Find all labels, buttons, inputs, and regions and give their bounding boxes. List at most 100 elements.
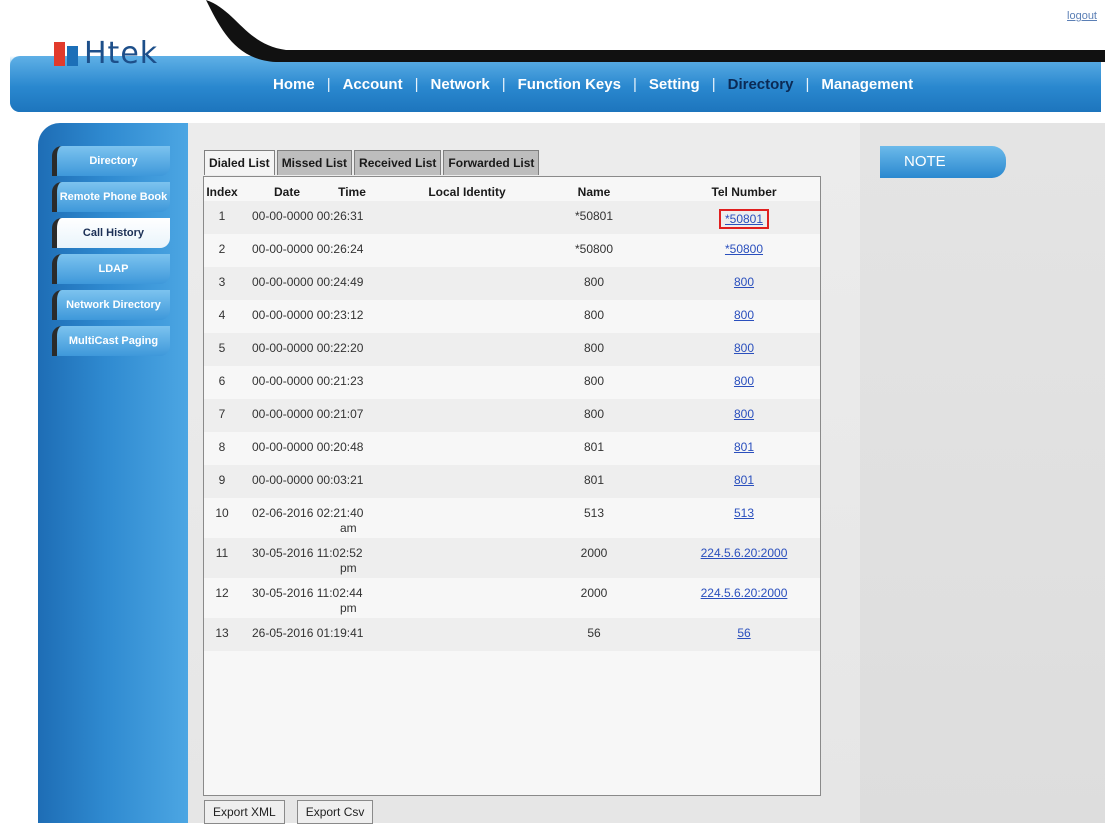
cell-date: 26-05-2016	[252, 626, 314, 640]
cell-local-identity	[414, 465, 520, 498]
table-row: 4 00-00-0000 00:23:12 800 800	[204, 300, 820, 333]
cell-time: 00:23:12	[316, 308, 364, 322]
cell-name: 2000	[580, 546, 608, 560]
cell-index: 13	[215, 626, 229, 640]
nav-directory[interactable]: Directory	[728, 76, 794, 93]
table-row: 8 00-00-0000 00:20:48 801 801	[204, 432, 820, 465]
logout-link[interactable]: logout	[1067, 10, 1097, 22]
column-header-name: Name	[577, 185, 611, 199]
cell-date: 00-00-0000	[252, 341, 314, 355]
cell-date-time: 30-05-2016 11:02:44 pm	[240, 578, 414, 618]
column-header-local-identity: Local Identity	[428, 185, 506, 199]
cell-time: 00:26:24	[316, 242, 364, 256]
tel-number-link[interactable]: 800	[734, 275, 754, 289]
cell-name: 513	[583, 506, 605, 520]
tel-number-link[interactable]: 800	[734, 374, 754, 388]
tab-missed-list[interactable]: Missed List	[276, 150, 353, 175]
nav-separator: |	[711, 76, 716, 93]
cell-tel-number: 800	[668, 399, 820, 432]
cell-date: 00-00-0000	[252, 275, 314, 289]
tel-number-link[interactable]: 801	[734, 473, 754, 487]
cell-date-time: 00-00-0000 00:26:31	[240, 201, 414, 234]
tab-forwarded-list[interactable]: Forwarded List	[443, 150, 540, 175]
cell-tel-number: 513	[668, 498, 820, 538]
sidebar-item-call-history[interactable]: Call History	[52, 218, 170, 248]
cell-time: 01:19:41	[316, 626, 364, 640]
cell-date: 00-00-0000	[252, 242, 314, 256]
export-xml-button[interactable]: Export XML	[204, 800, 285, 824]
cell-tel-number: *50800	[668, 234, 820, 267]
nav-network[interactable]: Network	[431, 76, 490, 93]
cell-index: 5	[218, 341, 226, 355]
cell-name: 800	[583, 374, 605, 388]
note-panel	[860, 123, 1105, 823]
table-row: 10 02-06-2016 02:21:40 am 513 513	[204, 498, 820, 538]
cell-date-time: 00-00-0000 00:23:12	[240, 300, 414, 333]
tel-number-link[interactable]: *50801	[725, 212, 763, 226]
nav-home[interactable]: Home	[273, 76, 315, 93]
export-csv-button[interactable]: Export Csv	[296, 800, 374, 824]
table-row: 6 00-00-0000 00:21:23 800 800	[204, 366, 820, 399]
cell-date: 00-00-0000	[252, 440, 314, 454]
cell-tel-number: 56	[668, 618, 820, 651]
cell-name: 2000	[580, 586, 608, 600]
cell-time: 00:21:23	[316, 374, 364, 388]
cell-time: 00:24:49	[316, 275, 364, 289]
sidebar-item-ldap[interactable]: LDAP	[52, 254, 170, 284]
nav-setting[interactable]: Setting	[649, 76, 700, 93]
nav-separator: |	[632, 76, 637, 93]
nav-management[interactable]: Management	[821, 76, 913, 93]
highlight-box: *50801	[718, 209, 770, 229]
cell-name: 801	[583, 473, 605, 487]
cell-time: 00:21:07	[316, 407, 364, 421]
cell-tel-number: 224.5.6.20:2000	[668, 578, 820, 618]
cell-time-suffix: pm	[340, 601, 357, 615]
tel-number-link[interactable]: *50800	[725, 242, 763, 256]
cell-tel-number: 800	[668, 366, 820, 399]
cell-time-suffix: pm	[340, 561, 357, 575]
nav-separator: |	[501, 76, 506, 93]
tel-number-link[interactable]: 224.5.6.20:2000	[701, 586, 788, 600]
export-buttons: Export XML Export Csv	[204, 800, 374, 824]
cell-name: 800	[583, 275, 605, 289]
cell-date-time: 30-05-2016 11:02:52 pm	[240, 538, 414, 578]
table-row: 13 26-05-2016 01:19:41 56 56	[204, 618, 820, 651]
sidebar-item-remote-phone-book[interactable]: Remote Phone Book	[52, 182, 170, 212]
cell-date: 00-00-0000	[252, 308, 314, 322]
column-header-time-label: Time	[338, 185, 366, 199]
tel-number-link[interactable]: 224.5.6.20:2000	[701, 546, 788, 560]
tel-number-link[interactable]: 800	[734, 407, 754, 421]
sidebar-item-multicast-paging[interactable]: MultiCast Paging	[52, 326, 170, 356]
call-list-tabs: Dialed List Missed List Received List Fo…	[204, 150, 540, 175]
tab-received-list[interactable]: Received List	[354, 150, 442, 175]
cell-date-time: 02-06-2016 02:21:40 am	[240, 498, 414, 538]
cell-date: 30-05-2016	[252, 546, 314, 560]
nav-account[interactable]: Account	[343, 76, 403, 93]
tel-number-link[interactable]: 513	[734, 506, 754, 520]
cell-date: 00-00-0000	[252, 374, 314, 388]
cell-local-identity	[414, 366, 520, 399]
cell-date: 02-06-2016	[252, 506, 314, 520]
cell-index: 10	[215, 506, 229, 520]
call-list-frame: Index Date Time Local Identity Name Tel N…	[203, 176, 821, 796]
tel-number-link[interactable]: 56	[737, 626, 750, 640]
tel-number-link[interactable]: 801	[734, 440, 754, 454]
tab-dialed-list[interactable]: Dialed List	[204, 150, 275, 175]
sidebar-item-network-directory[interactable]: Network Directory	[52, 290, 170, 320]
cell-date-time: 00-00-0000 00:21:07	[240, 399, 414, 432]
nav-separator: |	[414, 76, 419, 93]
cell-index: 1	[218, 209, 226, 223]
cell-name: 800	[583, 341, 605, 355]
cell-date-time: 00-00-0000 00:21:23	[240, 366, 414, 399]
nav-function-keys[interactable]: Function Keys	[518, 76, 621, 93]
tel-number-link[interactable]: 800	[734, 341, 754, 355]
cell-index: 4	[218, 308, 226, 322]
tel-number-link[interactable]: 800	[734, 308, 754, 322]
cell-local-identity	[414, 498, 520, 538]
cell-index: 12	[215, 586, 229, 600]
cell-time: 02:21:40	[316, 506, 364, 520]
cell-index: 7	[218, 407, 226, 421]
sidebar-item-directory[interactable]: Directory	[52, 146, 170, 176]
sidebar: Directory Remote Phone Book Call History…	[52, 146, 170, 362]
cell-local-identity	[414, 300, 520, 333]
